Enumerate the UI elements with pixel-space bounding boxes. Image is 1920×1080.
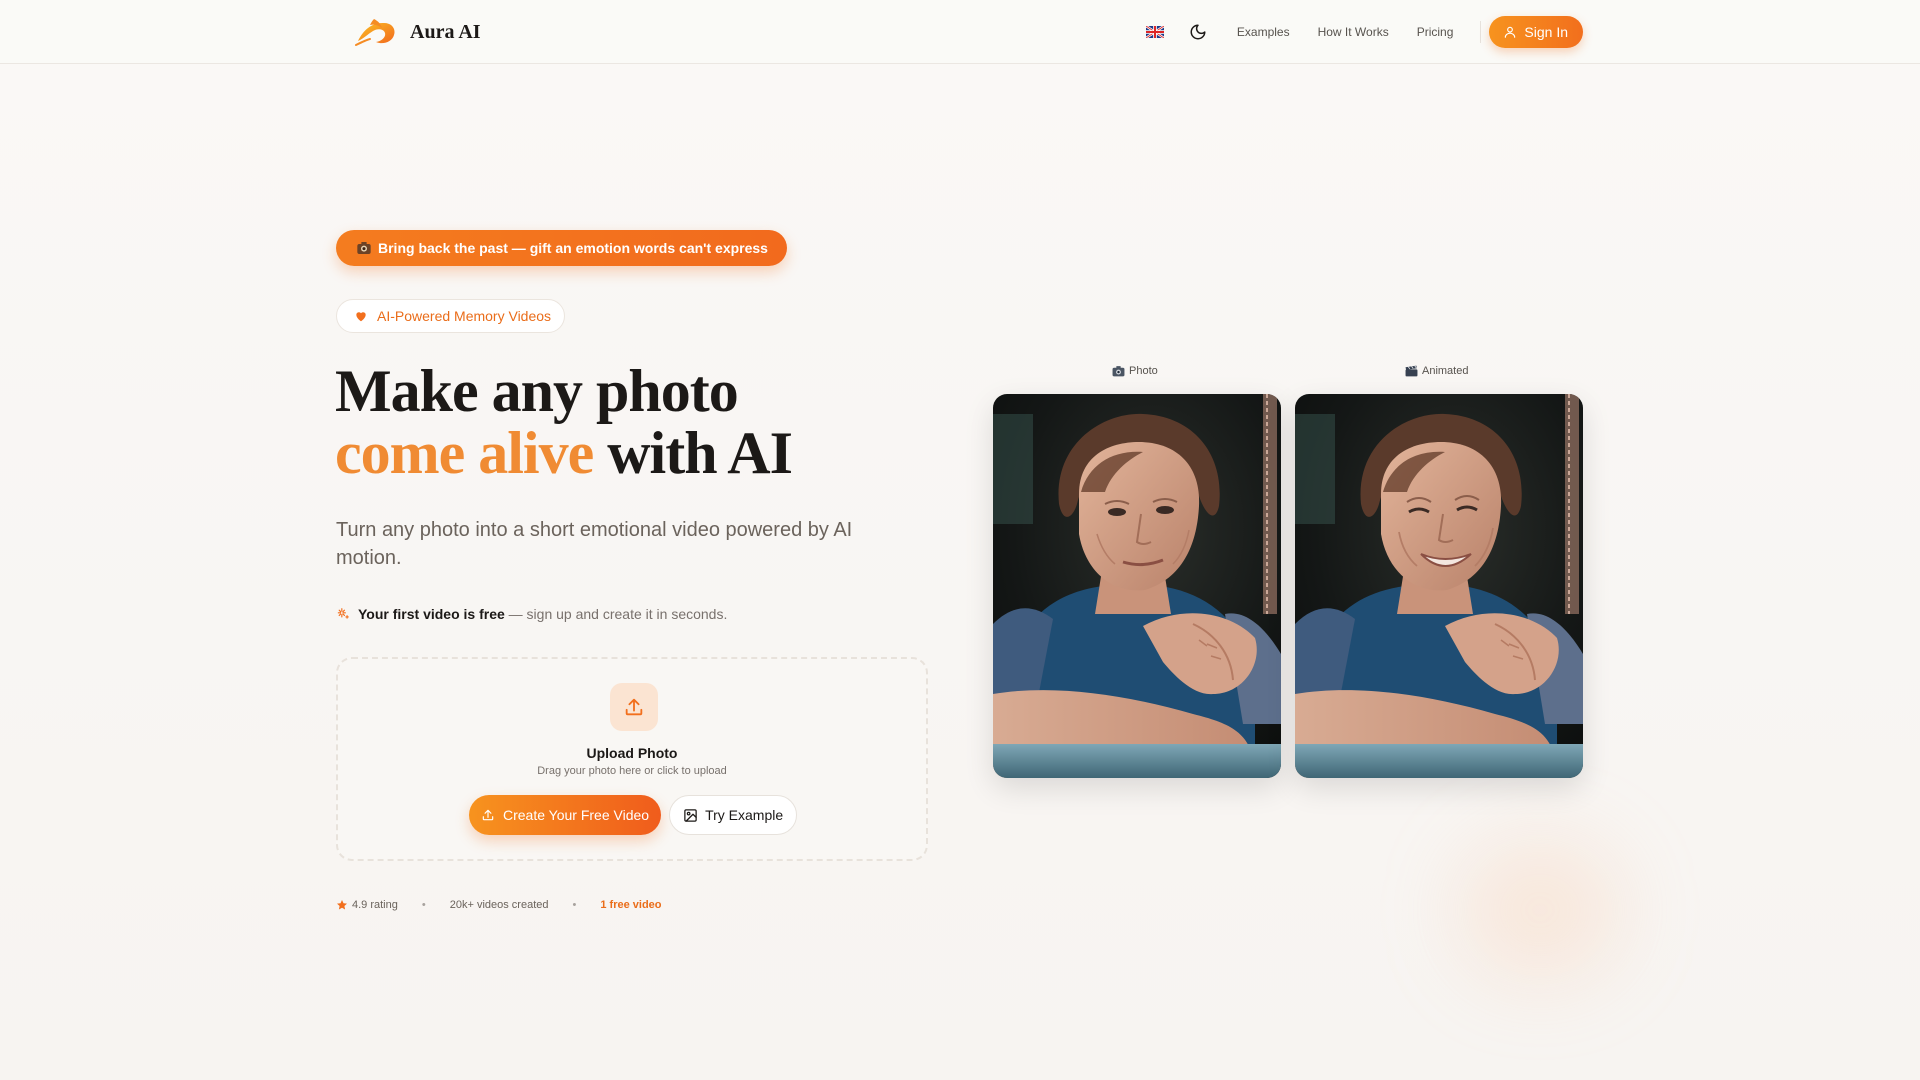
photo-caption-text: Photo — [1129, 365, 1158, 377]
create-free-video-button[interactable]: Create Your Free Video — [469, 795, 662, 835]
uk-flag-icon[interactable] — [1145, 26, 1164, 38]
upload-title: Upload Photo — [586, 745, 678, 761]
stat-rating: 4.9 rating — [352, 899, 398, 911]
free-offer-strong: Your first video is free — [358, 606, 505, 622]
top-nav: Aura AI Examples How It Works Pricing Si… — [0, 0, 1920, 64]
stat-videos: 20k+ videos created — [449, 899, 549, 911]
photo-caption: Photo — [1112, 365, 1158, 377]
brand-name: Aura AI — [410, 20, 481, 43]
clapperboard-icon — [1405, 365, 1418, 377]
upload-dropzone[interactable]: Upload Photo Drag your photo here or cli… — [336, 657, 928, 861]
animated-caption-text: Animated — [1422, 365, 1469, 377]
page-title: Make any photo come alive with AI — [335, 358, 793, 486]
hero-subtitle: Turn any photo into a short emotional vi… — [336, 519, 853, 569]
chip-label: AI-Powered Memory Videos — [377, 308, 552, 324]
sign-in-label: Sign In — [1524, 24, 1568, 40]
free-offer-line: Your first video is free — sign up and c… — [336, 606, 727, 622]
portrait-animated-image — [1295, 394, 1583, 778]
promo-badge[interactable]: Bring back the past — gift an emotion wo… — [336, 230, 787, 266]
animated-photo — [1295, 394, 1583, 778]
sparkles-icon — [337, 608, 349, 619]
nav-right: Examples How It Works Pricing Sign In — [1145, 16, 1583, 48]
camera-icon — [1112, 366, 1125, 377]
stats-row: 4.9 rating • 20k+ videos created • 1 fre… — [336, 899, 662, 911]
heart-icon — [356, 312, 366, 322]
create-free-video-label: Create Your Free Video — [503, 807, 650, 823]
nav-divider — [1480, 21, 1482, 43]
animated-caption: Animated — [1405, 365, 1468, 377]
try-example-button[interactable]: Try Example — [669, 795, 798, 835]
brand[interactable]: Aura AI — [354, 14, 481, 50]
moon-icon[interactable] — [1189, 23, 1207, 41]
user-icon — [1505, 26, 1516, 38]
nav-link-examples[interactable]: Examples — [1237, 25, 1290, 39]
nav-link-pricing[interactable]: Pricing — [1417, 25, 1454, 39]
stat-free-video: 1 free video — [600, 899, 662, 911]
stat-separator: • — [421, 899, 426, 911]
headline-accent: come alive — [335, 420, 594, 486]
image-icon — [684, 808, 697, 822]
try-example-label: Try Example — [705, 807, 784, 823]
upload-hint: Drag your photo here or click to upload — [537, 765, 727, 777]
stat-separator: • — [572, 899, 577, 911]
feature-chip: AI-Powered Memory Videos — [336, 299, 565, 333]
camera-icon — [357, 242, 371, 254]
upload-actions: Create Your Free Video Try Example — [469, 795, 798, 835]
portrait-image — [993, 394, 1281, 778]
star-icon — [337, 900, 347, 910]
upload-arrow-icon — [482, 809, 494, 821]
logo-icon — [355, 19, 395, 46]
headline-line1: Make any photo — [335, 358, 739, 424]
promo-text: Bring back the past — gift an emotion wo… — [378, 240, 768, 256]
sign-in-button[interactable]: Sign In — [1489, 16, 1583, 48]
headline-rest: with AI — [607, 420, 793, 486]
page: Aura AI Examples How It Works Pricing Si… — [0, 0, 1920, 1080]
before-photo — [993, 394, 1281, 778]
free-offer-rest: — sign up and create it in seconds. — [508, 606, 728, 622]
upload-icon — [610, 683, 658, 731]
background-glow — [1460, 840, 1620, 980]
nav-link-how-it-works[interactable]: How It Works — [1318, 25, 1389, 39]
